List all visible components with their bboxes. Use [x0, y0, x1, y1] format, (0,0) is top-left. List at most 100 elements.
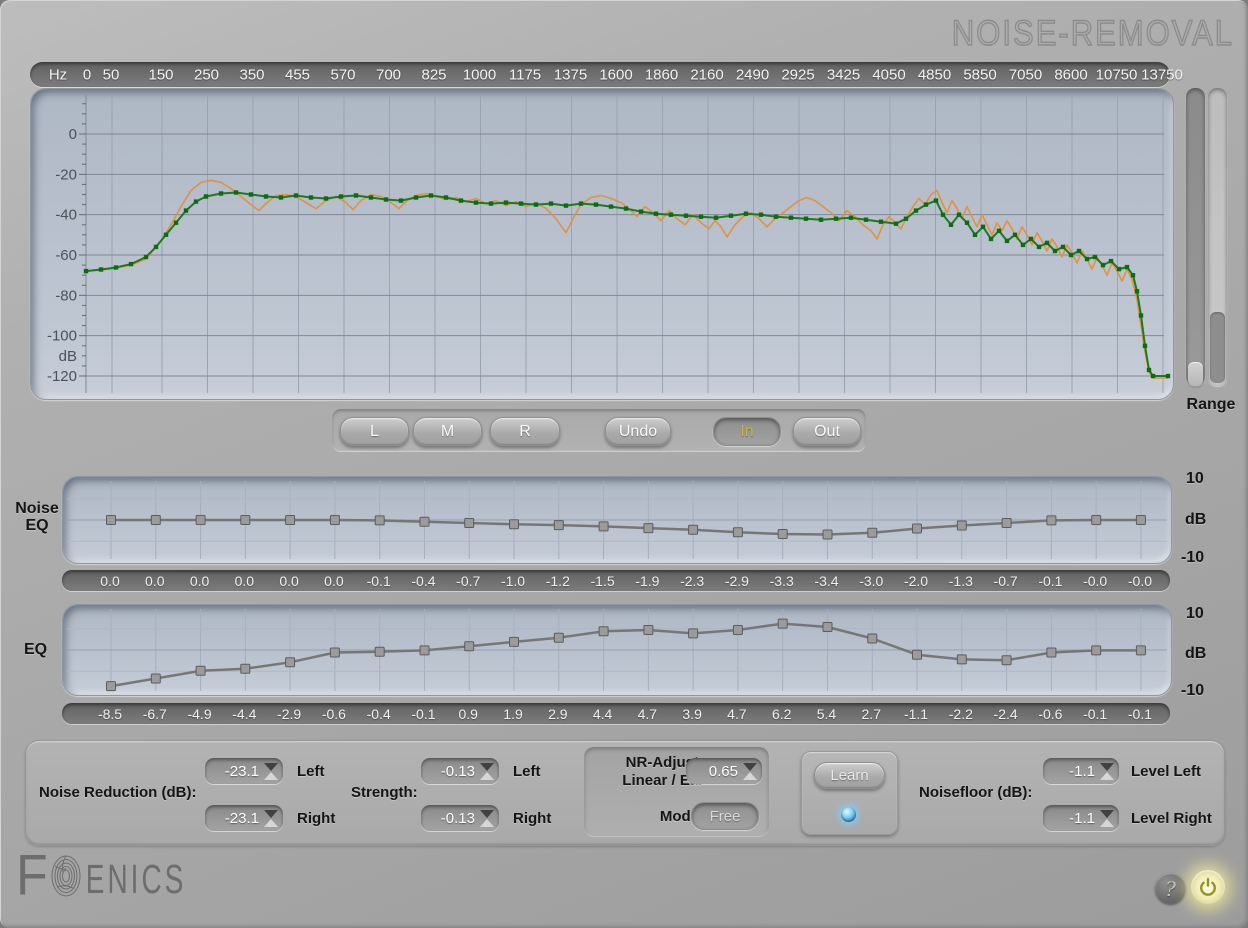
eq-handle[interactable]: [286, 658, 295, 667]
spinner-arrows-icon[interactable]: [1100, 810, 1114, 827]
freq-label: 13750: [1141, 66, 1183, 83]
eq-handle[interactable]: [823, 623, 832, 632]
undo-button[interactable]: Undo: [605, 417, 671, 446]
mode-free-button[interactable]: Free: [691, 802, 759, 830]
freq-label: 4050: [872, 66, 905, 83]
eq-handle[interactable]: [554, 633, 563, 642]
eq-value: -4.9: [187, 706, 211, 722]
eq-handle[interactable]: [1002, 656, 1011, 665]
eq-handle[interactable]: [1047, 648, 1056, 657]
strength-right-spinner[interactable]: -0.13: [421, 805, 499, 831]
range-slider-thumb[interactable]: [1188, 362, 1203, 386]
spectrum-marker: [914, 208, 918, 212]
eq-handle[interactable]: [957, 655, 966, 664]
spinner-arrows-icon[interactable]: [264, 810, 278, 827]
eq-handle[interactable]: [420, 646, 429, 655]
channel-mid-button[interactable]: M: [413, 417, 482, 446]
spectrum-marker: [1147, 368, 1151, 372]
noise-reduction-right-spinner[interactable]: -23.1: [205, 805, 283, 831]
noisefloor-right-spinner[interactable]: -1.1: [1043, 805, 1119, 831]
noise-eq-handle[interactable]: [957, 521, 966, 530]
learn-group: Learn: [801, 751, 898, 835]
noise-eq-handle[interactable]: [599, 522, 608, 531]
spectrum-marker: [354, 193, 358, 197]
noise-eq-handle[interactable]: [107, 516, 116, 525]
learn-button[interactable]: Learn: [814, 762, 885, 789]
eq-handle[interactable]: [465, 642, 474, 651]
noise-eq-handle[interactable]: [1047, 516, 1056, 525]
noise-eq-handle[interactable]: [241, 516, 250, 525]
eq-handle[interactable]: [196, 666, 205, 675]
monitor-out-button[interactable]: Out: [793, 417, 861, 446]
eq-handle[interactable]: [151, 674, 160, 683]
spectrum-display[interactable]: 0-20-40-60-80-100-120dB: [30, 88, 1174, 400]
spectrum-marker: [654, 212, 658, 216]
spectrum-marker: [684, 214, 688, 218]
noise-eq-handle[interactable]: [151, 516, 160, 525]
noise-eq-handle[interactable]: [823, 530, 832, 539]
noise-eq-handle[interactable]: [1136, 516, 1145, 525]
noise-eq-handle[interactable]: [1002, 519, 1011, 528]
eq-handle[interactable]: [644, 626, 653, 635]
spinner-arrows-icon[interactable]: [264, 763, 278, 780]
noise-eq-handle[interactable]: [554, 521, 563, 530]
spectrum-marker: [894, 222, 898, 226]
spectrum-marker: [864, 218, 868, 222]
eq-handle[interactable]: [913, 650, 922, 659]
spectrum-marker: [1139, 313, 1143, 317]
eq-handle[interactable]: [733, 626, 742, 635]
spinner-arrows-icon[interactable]: [480, 810, 494, 827]
spinner-arrows-icon[interactable]: [743, 763, 757, 780]
eq-handle[interactable]: [375, 647, 384, 656]
freq-label: 0: [83, 66, 91, 83]
monitor-in-button[interactable]: In: [713, 417, 781, 446]
noise-eq-handle[interactable]: [733, 528, 742, 537]
eq-editor[interactable]: [62, 604, 1172, 696]
noise-eq-handle[interactable]: [689, 525, 698, 534]
spinner-arrows-icon[interactable]: [480, 763, 494, 780]
noise-eq-handle[interactable]: [375, 516, 384, 525]
spinner-arrows-icon[interactable]: [1100, 763, 1114, 780]
noise-eq-handle[interactable]: [868, 528, 877, 537]
eq-handle[interactable]: [510, 637, 519, 646]
noise-eq-handle[interactable]: [644, 524, 653, 533]
eq-handle[interactable]: [689, 629, 698, 638]
noise-eq-handle[interactable]: [465, 519, 474, 528]
eq-handle[interactable]: [241, 664, 250, 673]
range-slider-track[interactable]: [1186, 88, 1205, 386]
noise-eq-handle[interactable]: [913, 524, 922, 533]
eq-value: 4.7: [727, 706, 746, 722]
help-button[interactable]: ?: [1155, 873, 1186, 904]
strength-right-channel-label: Right: [513, 810, 551, 827]
noise-eq-handle[interactable]: [196, 516, 205, 525]
eq-value: 2.9: [548, 706, 567, 722]
spectrum-marker: [774, 215, 778, 219]
noise-eq-handle[interactable]: [420, 517, 429, 526]
eq-handle[interactable]: [107, 682, 116, 691]
noise-eq-handle[interactable]: [778, 530, 787, 539]
noise-eq-handle[interactable]: [1092, 516, 1101, 525]
eq-handle[interactable]: [1092, 646, 1101, 655]
spectrum-marker: [399, 198, 403, 202]
noise-eq-handle[interactable]: [510, 520, 519, 529]
power-button[interactable]: [1191, 870, 1225, 904]
eq-handle[interactable]: [778, 619, 787, 628]
channel-right-button[interactable]: R: [490, 417, 560, 446]
noise-eq-handle[interactable]: [286, 516, 295, 525]
strength-left-spinner[interactable]: -0.13: [421, 758, 499, 784]
eq-value: 6.2: [772, 706, 791, 722]
nr-adjust-spinner[interactable]: 0.65: [686, 758, 762, 784]
eq-handle[interactable]: [330, 648, 339, 657]
eq-handle[interactable]: [599, 627, 608, 636]
eq-handle[interactable]: [868, 634, 877, 643]
noisefloor-left-spinner[interactable]: -1.1: [1043, 758, 1119, 784]
range-indicator-track[interactable]: [1208, 88, 1227, 386]
noise-eq-editor[interactable]: [62, 476, 1172, 564]
eq-handle[interactable]: [1136, 646, 1145, 655]
channel-left-button[interactable]: L: [340, 417, 409, 446]
noise-eq-handle[interactable]: [330, 516, 339, 525]
strength-right-value: -0.13: [441, 810, 475, 827]
noise-reduction-left-spinner[interactable]: -23.1: [205, 758, 283, 784]
spectrum-marker: [129, 262, 133, 266]
spectrum-marker: [519, 201, 523, 205]
